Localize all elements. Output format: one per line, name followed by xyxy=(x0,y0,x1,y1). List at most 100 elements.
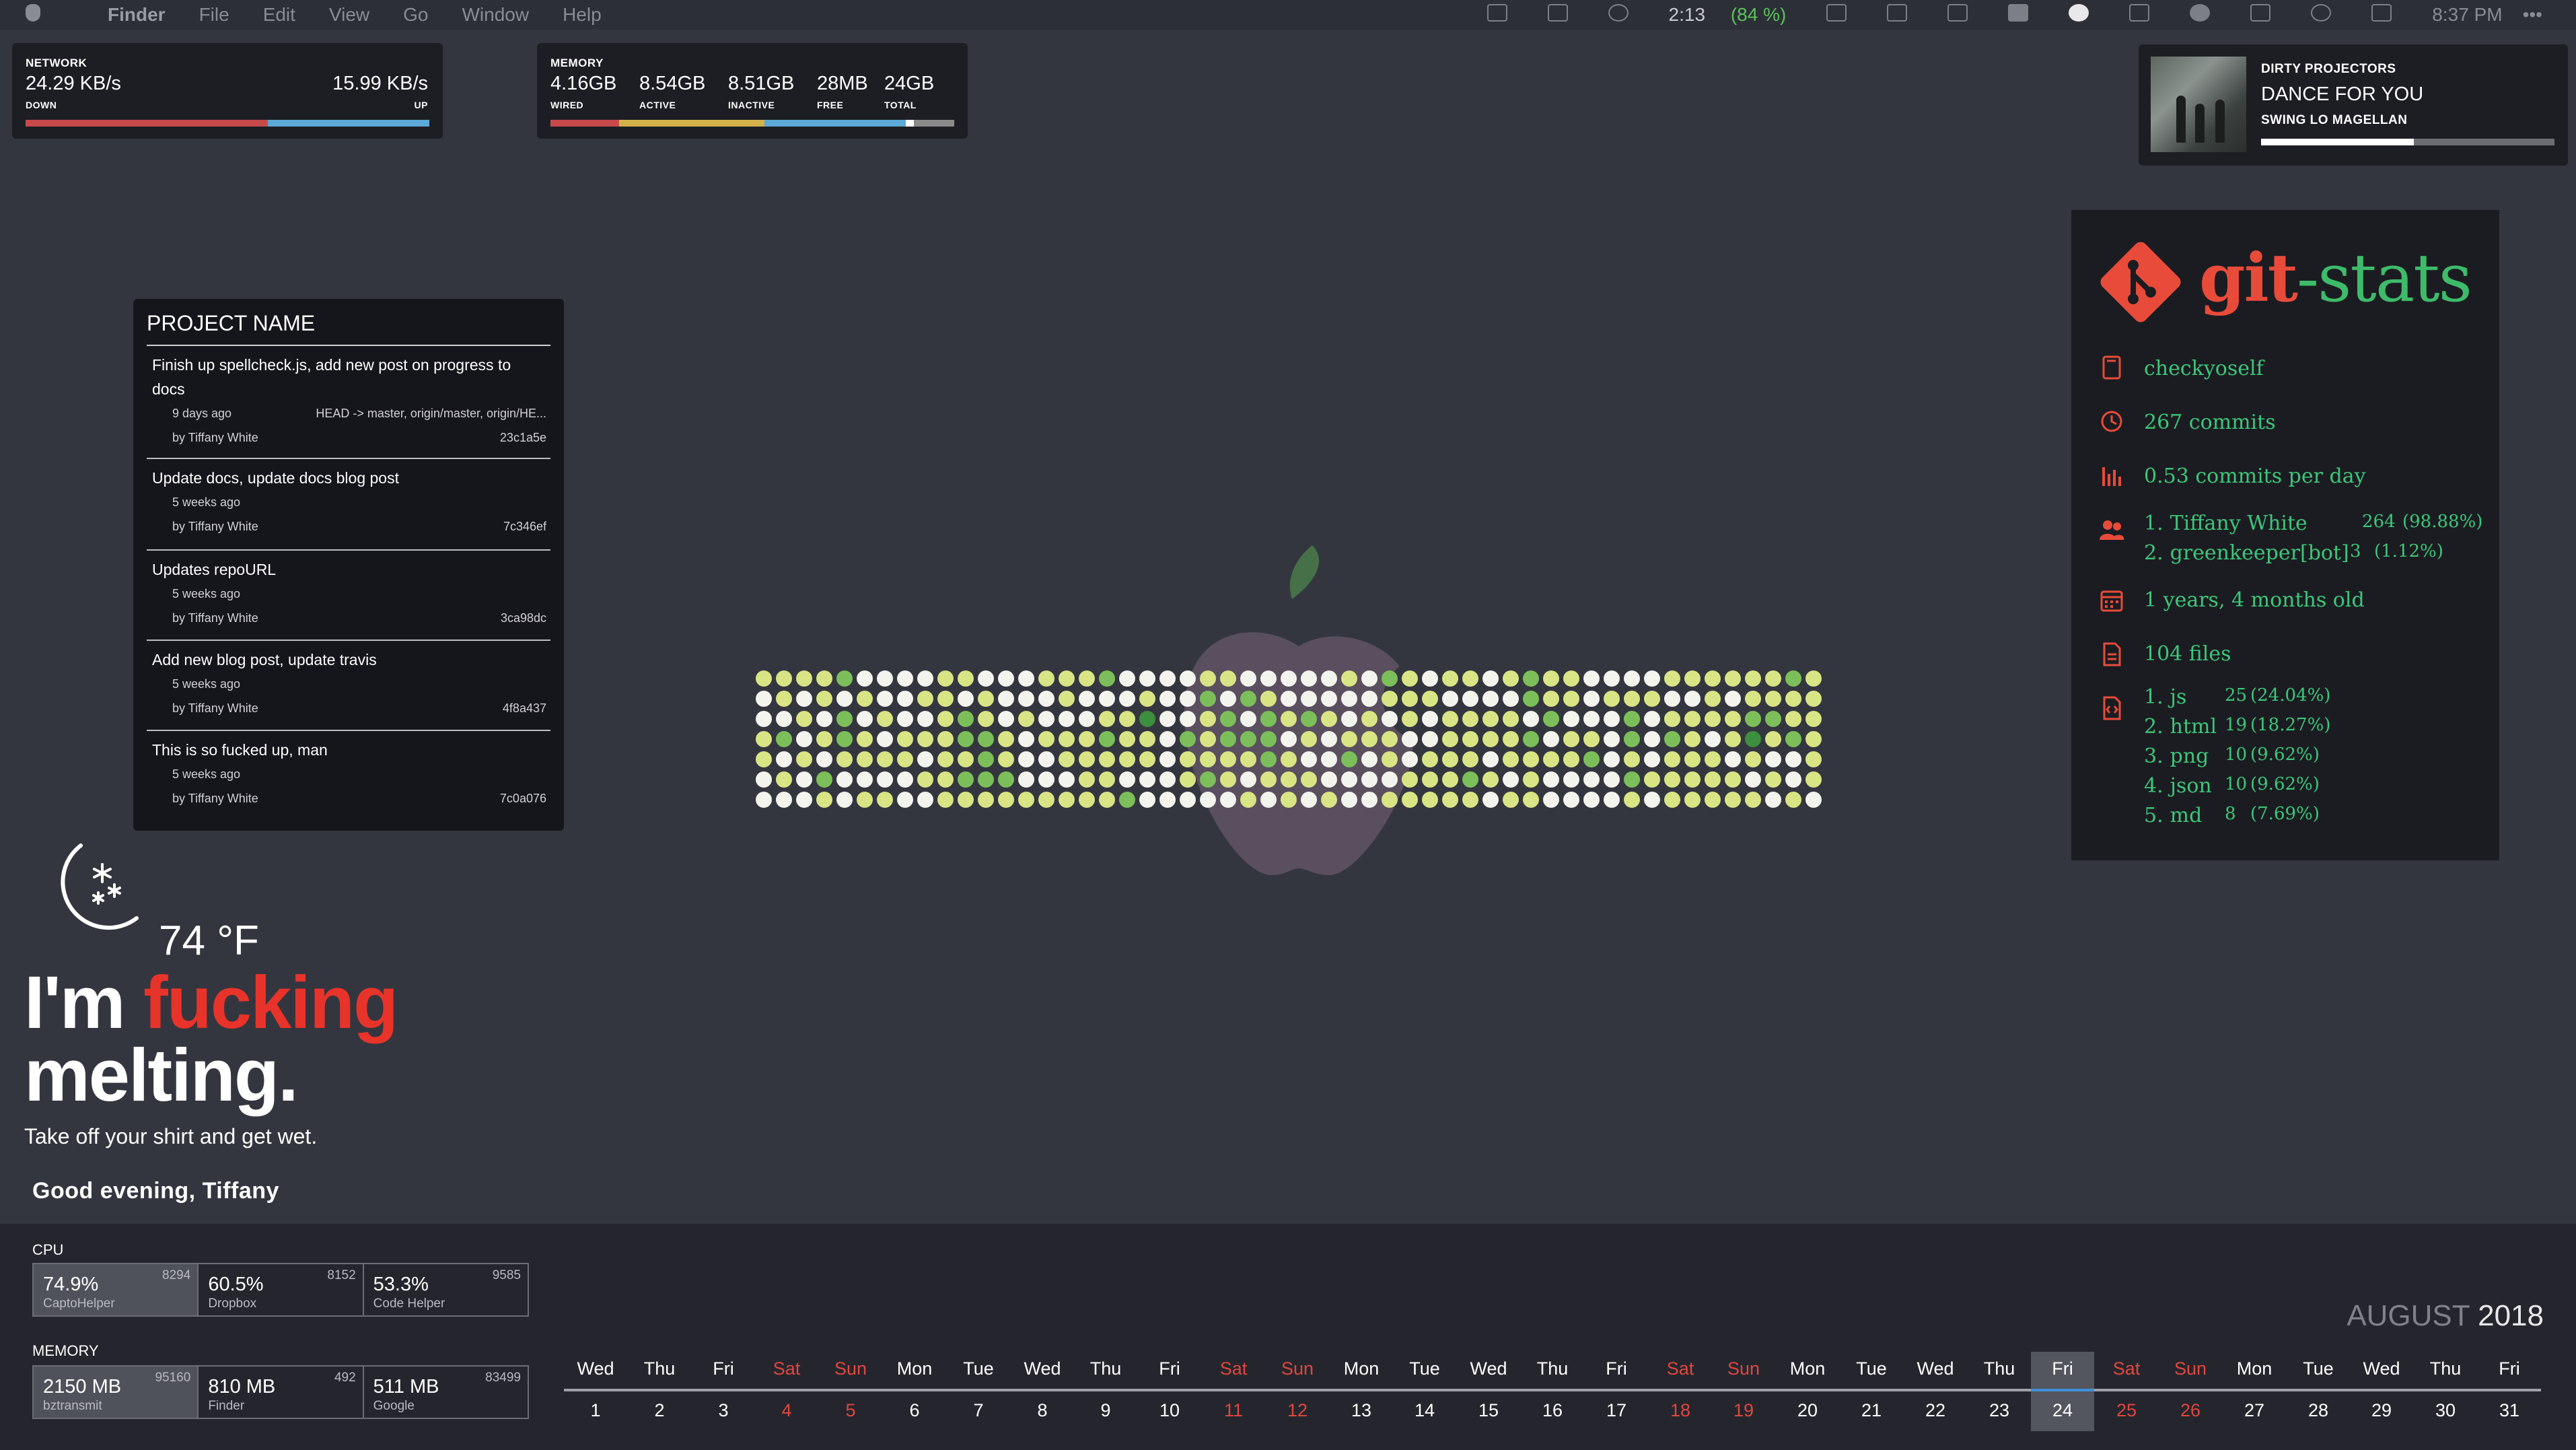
time-machine-icon[interactable] xyxy=(1588,3,1629,26)
calendar-day-number[interactable]: 8 xyxy=(1012,1400,1073,1421)
progress-track[interactable] xyxy=(2261,139,2554,145)
menu-window[interactable]: Window xyxy=(462,4,529,26)
cloud-icon[interactable] xyxy=(2048,3,2089,26)
memory-value-label: ACTIVE xyxy=(639,100,676,110)
memory-process[interactable]: 2150 MB bztransmit 95160 xyxy=(34,1367,199,1418)
calendar-day-number[interactable]: 26 xyxy=(2160,1400,2221,1421)
contribution-dot xyxy=(917,751,933,767)
clock[interactable]: 8:37 PM xyxy=(2432,4,2502,26)
calendar-day-name: Thu xyxy=(643,1358,676,1379)
apple-menu-icon[interactable] xyxy=(26,3,74,26)
contribution-dot xyxy=(1361,711,1378,727)
calendar-day-number[interactable]: 1 xyxy=(565,1400,626,1421)
contribution-dot xyxy=(1583,711,1600,727)
keyboard-icon[interactable] xyxy=(1867,3,1908,26)
font-icon[interactable] xyxy=(1806,3,1847,26)
contribution-dot xyxy=(776,670,792,687)
contribution-dot xyxy=(1099,771,1115,788)
bluetooth-icon[interactable] xyxy=(2230,3,2271,26)
calendar-day-number[interactable]: 28 xyxy=(2288,1400,2349,1421)
dropbox-icon[interactable] xyxy=(1467,3,1507,26)
contribution-dot xyxy=(917,670,933,687)
calendar-day-number[interactable]: 6 xyxy=(884,1400,945,1421)
cpu-process[interactable]: 53.3% Code Helper 9585 xyxy=(364,1264,528,1315)
calendar-day-number[interactable]: 29 xyxy=(2351,1400,2412,1421)
file-type-count: 19 xyxy=(2225,715,2248,735)
calendar-day-number[interactable]: 3 xyxy=(693,1400,754,1421)
calendar-day-number[interactable]: 30 xyxy=(2415,1400,2476,1421)
calendar-day-number[interactable]: 25 xyxy=(2096,1400,2157,1421)
calendar-day-number[interactable]: 13 xyxy=(1331,1400,1392,1421)
contribution-dot xyxy=(1038,792,1054,808)
commit-item[interactable]: Update docs, update docs blog post 5 week… xyxy=(147,466,550,551)
cast-icon[interactable] xyxy=(2109,3,2150,26)
commit-count: 267 commits xyxy=(2144,411,2276,434)
calendar-day-number[interactable]: 22 xyxy=(1905,1400,1966,1421)
calendar-day-number[interactable]: 31 xyxy=(2479,1400,2540,1421)
calendar-day-number[interactable]: 23 xyxy=(1969,1400,2030,1421)
calendar-day-number[interactable]: 27 xyxy=(2224,1400,2285,1421)
contribution-dot xyxy=(1200,691,1216,707)
calendar-day-number[interactable]: 24 xyxy=(2032,1400,2093,1421)
contribution-dot xyxy=(1422,792,1438,808)
contribution-dot xyxy=(1099,792,1115,808)
menu-help[interactable]: Help xyxy=(563,4,602,26)
volume-icon[interactable] xyxy=(2351,3,2392,26)
contribution-dot xyxy=(836,792,853,808)
calendar-day-number[interactable]: 9 xyxy=(1075,1400,1136,1421)
memory-process[interactable]: 810 MB Finder 492 xyxy=(199,1367,364,1418)
calendar-day-number[interactable]: 21 xyxy=(1841,1400,1902,1421)
menu-edit[interactable]: Edit xyxy=(263,4,295,26)
commit-hash: 7c346ef xyxy=(503,520,546,533)
contribution-dot xyxy=(937,731,954,747)
commit-item[interactable]: Add new blog post, update travis 5 weeks … xyxy=(147,648,550,731)
contributor-percent: (98.88%) xyxy=(2402,512,2483,532)
stop-icon[interactable] xyxy=(1988,3,2029,26)
commit-item[interactable]: Updates repoURL 5 weeks ago by Tiffany Whi… xyxy=(147,557,550,641)
contribution-dot xyxy=(796,771,812,788)
calendar-day-name: Mon xyxy=(896,1358,933,1379)
menu-app-name[interactable]: Finder xyxy=(108,4,166,26)
calendar-day-number[interactable]: 14 xyxy=(1394,1400,1455,1421)
contribution-dot xyxy=(1462,731,1478,747)
screen-icon[interactable] xyxy=(1927,3,1968,26)
calendar-day-number[interactable]: 17 xyxy=(1586,1400,1647,1421)
memory-value: 8.51GB xyxy=(728,73,795,94)
contribution-dot xyxy=(998,670,1014,687)
calendar-day-number[interactable]: 7 xyxy=(948,1400,1009,1421)
commit-item[interactable]: This is so fucked up, man 5 weeks ago by T… xyxy=(152,738,546,810)
more-menu-icon[interactable]: ••• xyxy=(2523,4,2542,26)
calendar-day-name: Thu xyxy=(1089,1358,1122,1379)
menu-go[interactable]: Go xyxy=(403,4,428,26)
calendar-day-number[interactable]: 16 xyxy=(1522,1400,1583,1421)
cpu-process[interactable]: 74.9% CaptoHelper 8294 xyxy=(34,1264,199,1315)
calendar-day-number[interactable]: 10 xyxy=(1139,1400,1200,1421)
commit-meta: 9 days ago HEAD -> master, origin/master,… xyxy=(152,401,546,425)
calendar-day-number[interactable]: 2 xyxy=(629,1400,690,1421)
now-playing-widget[interactable]: DIRTY PROJECTORS DANCE FOR YOU SWING LO … xyxy=(2139,44,2568,166)
commit-meta: by Tiffany White 7c346ef xyxy=(152,514,546,539)
calendar-day-number[interactable]: 12 xyxy=(1267,1400,1328,1421)
contribution-dot xyxy=(1563,691,1579,707)
history-icon xyxy=(2101,411,2122,432)
trash-icon[interactable] xyxy=(1528,3,1568,26)
calendar-day-number[interactable]: 4 xyxy=(756,1400,817,1421)
calendar-day-number[interactable]: 20 xyxy=(1777,1400,1838,1421)
contribution-dot xyxy=(1038,731,1054,747)
calendar-day-number[interactable]: 19 xyxy=(1713,1400,1774,1421)
contribution-dot xyxy=(1725,792,1741,808)
contribution-dot xyxy=(1482,751,1499,767)
calendar-day-number[interactable]: 11 xyxy=(1203,1400,1264,1421)
calendar-day-number[interactable]: 18 xyxy=(1650,1400,1711,1421)
commit-item[interactable]: Finish up spellcheck.js, add new post on… xyxy=(147,353,550,459)
battery-time[interactable]: 2:13 (84 %) xyxy=(1649,4,1787,26)
shield-icon[interactable] xyxy=(2170,3,2211,26)
cpu-process[interactable]: 60.5% Dropbox 8152 xyxy=(199,1264,364,1315)
contribution-dot xyxy=(1139,691,1155,707)
calendar-day-number[interactable]: 5 xyxy=(820,1400,881,1421)
calendar-day-number[interactable]: 15 xyxy=(1458,1400,1519,1421)
menu-file[interactable]: File xyxy=(199,4,229,26)
menu-view[interactable]: View xyxy=(329,4,369,26)
memory-process[interactable]: 511 MB Google 83499 xyxy=(364,1367,528,1418)
wifi-icon[interactable] xyxy=(2291,3,2332,26)
